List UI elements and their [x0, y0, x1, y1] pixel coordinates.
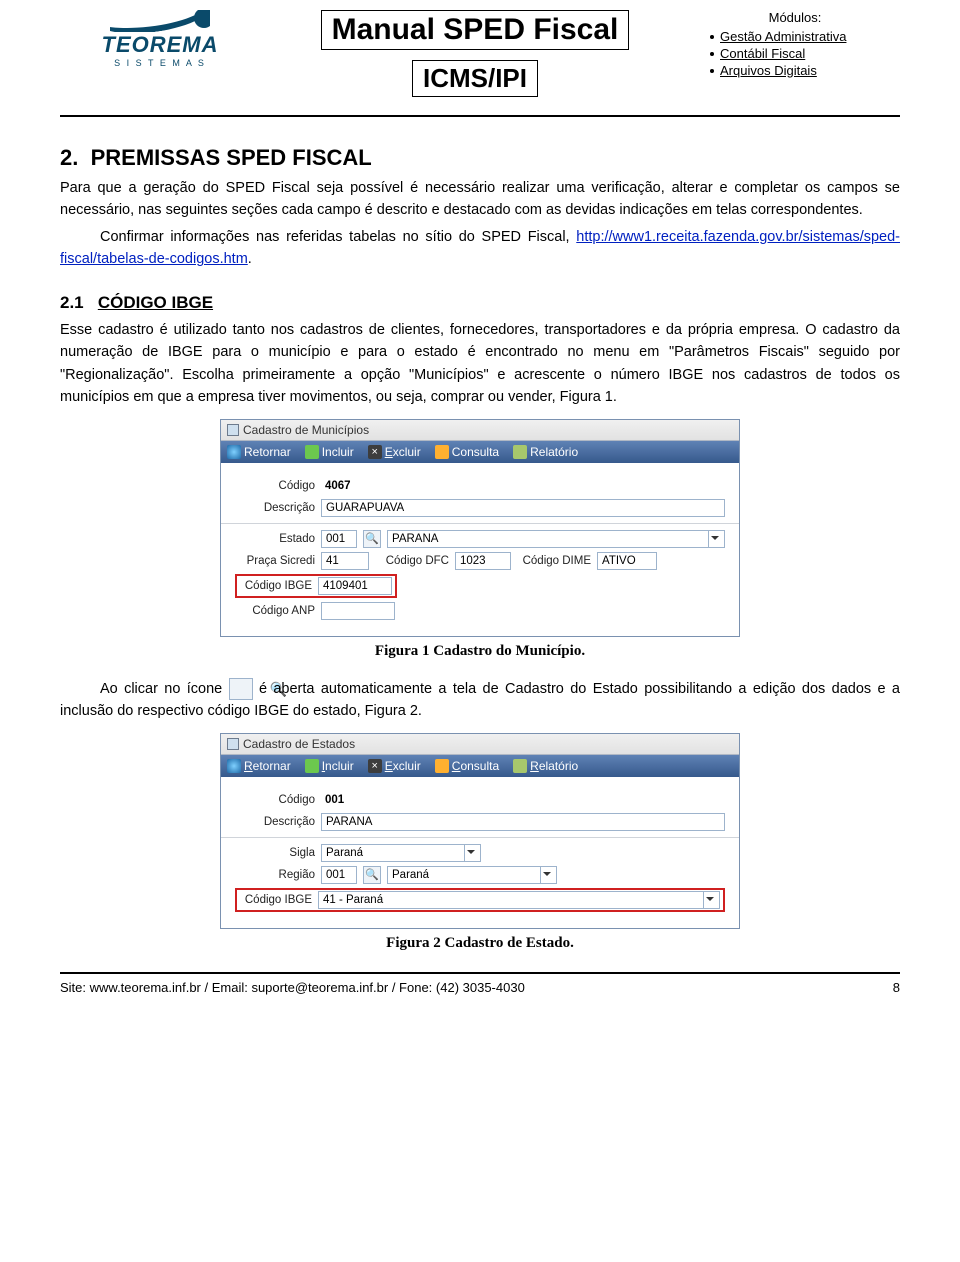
field-descricao[interactable]: GUARAPUAVA [321, 499, 725, 517]
field-sigla[interactable]: Paraná [321, 844, 481, 862]
doc-title: Manual SPED Fiscal [321, 10, 630, 50]
module-item[interactable]: Arquivos Digitais [710, 63, 900, 78]
label-praca: Praça Sicredi [235, 555, 315, 567]
field-coddime[interactable]: ATIVO [597, 552, 657, 570]
delete-icon: × [368, 759, 382, 773]
section2-para1: Para que a geração do SPED Fiscal seja p… [60, 177, 900, 222]
header-divider [60, 115, 900, 117]
section-heading: 2. PREMISSAS SPED FISCAL [60, 145, 900, 171]
section2-para2: Confirmar informações nas referidas tabe… [60, 226, 900, 271]
label-codigo: Código [235, 480, 315, 492]
field-descricao[interactable]: PARANA [321, 813, 725, 831]
module-item[interactable]: Contábil Fiscal [710, 46, 900, 61]
label-codibge: Código IBGE [240, 894, 312, 906]
field-codigo: 4067 [321, 477, 365, 495]
field-codibge[interactable]: 41 - Paraná [318, 891, 720, 909]
window-title: Cadastro de Municípios [221, 420, 739, 441]
toolbar-consulta[interactable]: Consulta [435, 445, 499, 459]
label-descricao: Descrição [235, 502, 315, 514]
app-window-estados: Cadastro de Estados Retornar Incluir ×Ex… [220, 733, 740, 929]
field-praca[interactable]: 41 [321, 552, 369, 570]
report-icon [513, 445, 527, 459]
brand-tagline: S I S T E M A S [114, 58, 206, 68]
chevron-down-icon[interactable] [464, 845, 476, 861]
label-codanp: Código ANP [235, 605, 315, 617]
window-icon [227, 424, 239, 436]
module-item[interactable]: Gestão Administrativa [710, 29, 900, 44]
label-coddfc: Código DFC [375, 555, 449, 567]
brand-name: TEOREMA [102, 32, 219, 58]
toolbar-excluir[interactable]: ×Excluir [368, 445, 421, 459]
modules-title: Módulos: [690, 10, 900, 25]
field-estado-nome[interactable]: PARANA [387, 530, 725, 548]
label-codibge: Código IBGE [240, 580, 312, 592]
plus-icon [305, 445, 319, 459]
label-estado: Estado [235, 533, 315, 545]
field-codanp[interactable] [321, 602, 395, 620]
codigo-ibge-highlight: Código IBGE 41 - Paraná [235, 888, 725, 912]
toolbar-relatorio[interactable]: Relatório [513, 445, 578, 459]
chevron-down-icon[interactable] [703, 892, 715, 908]
logo: TEOREMA S I S T E M A S [60, 10, 260, 68]
toolbar-retornar[interactable]: Retornar [227, 759, 291, 773]
chevron-down-icon[interactable] [540, 867, 552, 883]
back-icon [227, 759, 241, 773]
toolbar: Retornar Incluir ×Excluir Consulta Relat… [221, 441, 739, 463]
window-title: Cadastro de Estados [221, 734, 739, 755]
chevron-down-icon[interactable] [708, 531, 720, 547]
modules-list: Módulos: Gestão Administrativa Contábil … [690, 10, 900, 80]
toolbar-relatorio[interactable]: Relatório [513, 759, 578, 773]
window-icon [227, 738, 239, 750]
lookup-icon-inline: 🔍 [229, 678, 253, 700]
toolbar-incluir[interactable]: Incluir [305, 445, 354, 459]
back-icon [227, 445, 241, 459]
label-sigla: Sigla [235, 847, 315, 859]
toolbar-incluir[interactable]: Incluir [305, 759, 354, 773]
doc-subtitle: ICMS/IPI [412, 60, 538, 97]
plus-icon [305, 759, 319, 773]
label-descricao: Descrição [235, 816, 315, 828]
field-codigo: 001 [321, 791, 365, 809]
field-regiao-nome[interactable]: Paraná [387, 866, 557, 884]
label-coddime: Código DIME [517, 555, 591, 567]
search-icon [435, 445, 449, 459]
lookup-button[interactable]: 🔍 [363, 866, 381, 884]
lookup-button[interactable]: 🔍 [363, 530, 381, 548]
toolbar-excluir[interactable]: ×Excluir [368, 759, 421, 773]
codigo-ibge-highlight: Código IBGE 4109401 [235, 574, 397, 598]
delete-icon: × [368, 445, 382, 459]
field-coddfc[interactable]: 1023 [455, 552, 511, 570]
figure2-caption: Figura 2 Cadastro de Estado. [60, 935, 900, 952]
label-regiao: Região [235, 869, 315, 881]
figure1-caption: Figura 1 Cadastro do Município. [60, 643, 900, 660]
subsection-heading: 2.1 CÓDIGO IBGE [60, 293, 900, 313]
section21-para: Esse cadastro é utilizado tanto nos cada… [60, 319, 900, 409]
field-estado-code[interactable]: 001 [321, 530, 357, 548]
app-window-municipios: Cadastro de Municípios Retornar Incluir … [220, 419, 740, 637]
footer-contact: Site: www.teorema.inf.br / Email: suport… [60, 980, 525, 995]
field-regiao-code[interactable]: 001 [321, 866, 357, 884]
swoosh-icon [110, 10, 210, 32]
search-icon [435, 759, 449, 773]
label-codigo: Código [235, 794, 315, 806]
page-number: 8 [893, 980, 900, 995]
toolbar-retornar[interactable]: Retornar [227, 445, 291, 459]
icon-paragraph: Ao clicar no ícone 🔍 é aberta automatica… [60, 678, 900, 723]
report-icon [513, 759, 527, 773]
toolbar-consulta[interactable]: Consulta [435, 759, 499, 773]
field-codibge[interactable]: 4109401 [318, 577, 392, 595]
toolbar: Retornar Incluir ×Excluir Consulta Relat… [221, 755, 739, 777]
